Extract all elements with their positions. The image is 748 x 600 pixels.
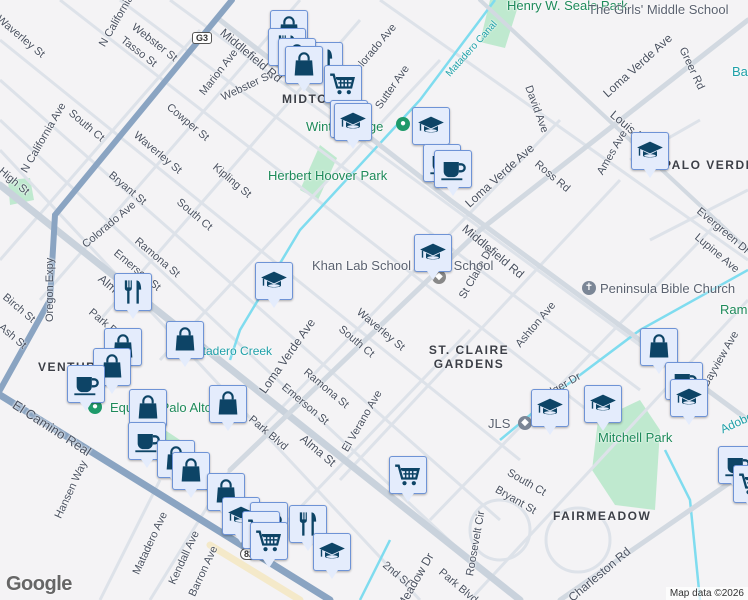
place-ba[interactable]: Ba xyxy=(732,64,748,79)
cafe-marker[interactable] xyxy=(67,365,105,411)
shopping-bag-icon xyxy=(171,326,199,354)
school-marker[interactable] xyxy=(334,103,372,149)
graduation-cap-icon xyxy=(260,267,288,295)
shopping-bag-icon xyxy=(290,51,318,79)
place-seale-park[interactable]: Henry W. Seale Park xyxy=(507,0,628,13)
shopping-cart-icon xyxy=(329,70,357,98)
shopping-marker[interactable] xyxy=(285,46,323,92)
grocery-marker[interactable] xyxy=(324,65,362,111)
cafe-marker[interactable] xyxy=(434,150,472,196)
park-pin-icon: ● xyxy=(396,117,410,131)
route-shield-g3: G3 xyxy=(192,32,213,44)
map[interactable]: G3 82 Webster St Tasso St N California A… xyxy=(0,0,748,600)
graduation-cap-icon xyxy=(536,394,564,422)
school-icon: ◆ xyxy=(518,416,532,430)
place-ram[interactable]: Ram xyxy=(720,302,747,317)
shopping-marker[interactable] xyxy=(640,328,678,374)
shopping-bag-icon xyxy=(214,390,242,418)
place-hoover-park[interactable]: Herbert Hoover Park xyxy=(268,168,387,183)
neighborhood-st-claire-gardens: ST. CLAIRE GARDENS xyxy=(428,343,510,371)
restaurant-marker[interactable] xyxy=(114,273,152,319)
church-icon: ✝ xyxy=(582,281,596,295)
neighborhood-fairmeadow: FAIRMEADOW xyxy=(553,509,652,523)
place-jls[interactable]: JLS xyxy=(488,416,510,431)
graduation-cap-icon xyxy=(589,390,617,418)
school-marker[interactable] xyxy=(670,379,708,425)
school-marker[interactable] xyxy=(412,107,450,153)
shopping-marker[interactable] xyxy=(172,452,210,498)
school-marker[interactable] xyxy=(631,132,669,178)
school-marker[interactable] xyxy=(531,389,569,435)
google-logo: Google xyxy=(6,573,72,595)
shopping-cart-icon xyxy=(738,470,748,498)
map-attribution[interactable]: Map data ©2026 xyxy=(665,587,748,600)
coffee-cup-icon xyxy=(72,370,100,398)
graduation-cap-icon xyxy=(318,538,346,566)
shopping-marker[interactable] xyxy=(166,321,204,367)
grocery-marker[interactable] xyxy=(250,522,288,568)
place-girls-middle-school[interactable]: The Girls' Middle School xyxy=(588,2,728,17)
place-mitchell-park[interactable]: Mitchell Park xyxy=(598,430,672,445)
school-marker[interactable] xyxy=(255,262,293,308)
school-marker[interactable] xyxy=(313,533,351,579)
grocery-marker[interactable] xyxy=(389,456,427,502)
shopping-bag-icon xyxy=(645,333,673,361)
coffee-cup-icon xyxy=(439,155,467,183)
graduation-cap-icon xyxy=(636,137,664,165)
shopping-cart-icon xyxy=(394,461,422,489)
shopping-bag-icon xyxy=(177,457,205,485)
school-marker[interactable] xyxy=(414,234,452,280)
grocery-marker[interactable] xyxy=(733,465,748,511)
neighborhood-palo-verde: PALO VERDE xyxy=(663,158,748,172)
school-marker[interactable] xyxy=(584,385,622,431)
fork-knife-icon xyxy=(119,278,147,306)
street-label: Oregon Expy xyxy=(44,257,56,322)
graduation-cap-icon xyxy=(339,108,367,136)
graduation-cap-icon xyxy=(675,384,703,412)
shopping-bag-icon xyxy=(134,394,162,422)
shopping-cart-icon xyxy=(255,527,283,555)
graduation-cap-icon xyxy=(419,239,447,267)
shopping-marker[interactable] xyxy=(209,385,247,431)
place-peninsula-bible-church[interactable]: Peninsula Bible Church xyxy=(600,281,735,296)
graduation-cap-icon xyxy=(417,112,445,140)
place-khan-lab-school[interactable]: Khan Lab School Lower School xyxy=(312,258,493,273)
